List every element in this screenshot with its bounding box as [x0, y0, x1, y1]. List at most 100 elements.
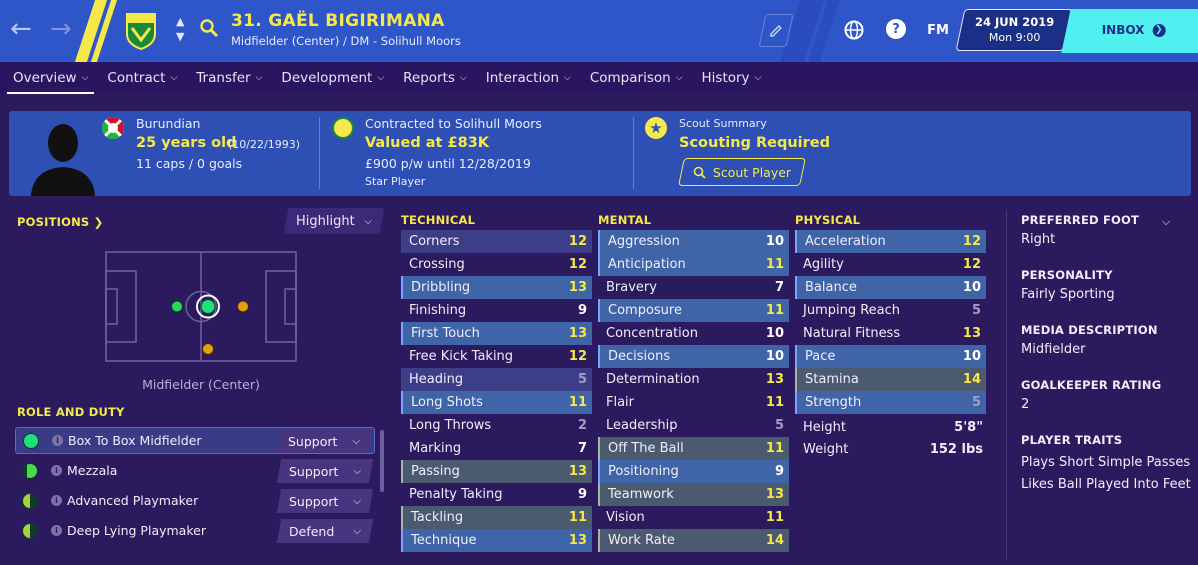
- attribute-row[interactable]: Acceleration 12: [795, 230, 986, 253]
- attribute-row[interactable]: Heading 5: [401, 368, 592, 391]
- attribute-row[interactable]: First Touch 13: [401, 322, 592, 345]
- technical-attributes: Corners 12 Crossing 12 Dribbling 13 Finishing 9…: [401, 230, 592, 552]
- tab-development[interactable]: Development ⌵: [275, 62, 390, 94]
- attribute-row[interactable]: Finishing 9: [401, 299, 592, 322]
- attribute-row[interactable]: Agility 12: [795, 253, 986, 276]
- attribute-name: Off The Ball: [608, 441, 684, 456]
- attribute-name: Long Shots: [411, 395, 483, 410]
- forward-arrow-icon[interactable]: →: [50, 14, 72, 44]
- chevron-down-icon: ⌵: [255, 73, 263, 83]
- player-silhouette: [31, 124, 95, 196]
- back-arrow-icon[interactable]: ←: [10, 14, 32, 44]
- attribute-name: Pace: [805, 349, 836, 364]
- attribute-row[interactable]: Work Rate 14: [598, 529, 789, 552]
- attribute-row[interactable]: Marking 7: [401, 437, 592, 460]
- player-summary-card: Burundian 25 years old (10/22/1993) 11 c…: [9, 111, 1191, 196]
- player-trait: Likes Ball Played Into Feet: [1021, 477, 1191, 492]
- attribute-row[interactable]: Off The Ball 11: [598, 437, 789, 460]
- duty-dropdown[interactable]: Support ⌵: [276, 488, 374, 513]
- pitch-diagram: [105, 251, 297, 362]
- duty-dropdown[interactable]: Support ⌵: [275, 428, 373, 453]
- info-icon[interactable]: i: [51, 495, 62, 506]
- attribute-value: 7: [577, 441, 587, 456]
- age: 25 years old: [136, 135, 237, 151]
- attribute-row[interactable]: Vision 11: [598, 506, 789, 529]
- tab-interaction[interactable]: Interaction ⌵: [480, 62, 577, 94]
- highlight-dropdown[interactable]: Highlight ⌵: [283, 208, 385, 234]
- attribute-row[interactable]: Composure 11: [598, 299, 789, 322]
- role-row[interactable]: i Deep Lying Playmaker Defend ⌵: [15, 517, 375, 544]
- attribute-row[interactable]: Corners 12: [401, 230, 592, 253]
- nationality: Burundian: [136, 116, 201, 131]
- positions-title[interactable]: POSITIONS ❯: [17, 215, 103, 229]
- role-suitability-icon: [22, 492, 38, 509]
- info-icon[interactable]: i: [52, 435, 63, 446]
- role-row[interactable]: i Advanced Playmaker Support ⌵: [15, 487, 375, 514]
- attribute-row[interactable]: Balance 10: [795, 276, 986, 299]
- scout-player-button[interactable]: Scout Player: [678, 158, 806, 186]
- height-row: Height 5'8": [803, 420, 983, 435]
- inbox-button[interactable]: INBOX ❯: [1061, 9, 1198, 53]
- attribute-row[interactable]: Bravery 7: [598, 276, 789, 299]
- attribute-name: Passing: [411, 464, 460, 479]
- tab-comparison[interactable]: Comparison ⌵: [584, 62, 689, 94]
- star-icon: ★: [645, 117, 667, 139]
- attribute-row[interactable]: Technique 13: [401, 529, 592, 552]
- role-row[interactable]: i Box To Box Midfielder Support ⌵: [15, 427, 375, 454]
- fm-button[interactable]: FM: [922, 14, 954, 47]
- attribute-row[interactable]: Decisions 10: [598, 345, 789, 368]
- search-icon[interactable]: [199, 18, 219, 38]
- roles-scrollbar[interactable]: [380, 430, 384, 492]
- chevron-down-icon[interactable]: ⌵: [1162, 215, 1170, 229]
- attribute-row[interactable]: Stamina 14: [795, 368, 986, 391]
- duty-dropdown[interactable]: Defend ⌵: [276, 518, 374, 543]
- info-icon[interactable]: i: [51, 525, 62, 536]
- tab-label: Overview: [13, 70, 77, 86]
- attribute-value: 10: [765, 349, 784, 364]
- attribute-row[interactable]: Passing 13: [401, 460, 592, 483]
- attribute-row[interactable]: Dribbling 13: [401, 276, 592, 299]
- attribute-row[interactable]: Jumping Reach 5: [795, 299, 986, 322]
- attribute-name: Natural Fitness: [803, 326, 901, 341]
- attribute-row[interactable]: Anticipation 11: [598, 253, 789, 276]
- tab-history[interactable]: History ⌵: [696, 62, 768, 94]
- attribute-row[interactable]: Natural Fitness 13: [795, 322, 986, 345]
- help-icon[interactable]: ?: [886, 19, 906, 39]
- attribute-value: 5: [971, 395, 981, 410]
- attribute-value: 10: [765, 326, 784, 341]
- attribute-row[interactable]: Long Throws 2: [401, 414, 592, 437]
- attribute-row[interactable]: Determination 13: [598, 368, 789, 391]
- attribute-row[interactable]: Long Shots 11: [401, 391, 592, 414]
- tab-reports[interactable]: Reports ⌵: [397, 62, 473, 94]
- attribute-name: Finishing: [409, 303, 467, 318]
- tab-transfer[interactable]: Transfer ⌵: [190, 62, 268, 94]
- duty-label: Support: [289, 463, 339, 478]
- info-icon[interactable]: i: [51, 465, 62, 476]
- attribute-name: Balance: [805, 280, 857, 295]
- globe-icon[interactable]: [843, 19, 865, 41]
- tab-contract[interactable]: Contract ⌵: [101, 62, 183, 94]
- chevron-down-icon: ⌵: [564, 73, 571, 83]
- attribute-row[interactable]: Flair 11: [598, 391, 789, 414]
- date-display[interactable]: 24 JUN 2019 Mon 9:00: [955, 9, 1073, 51]
- attribute-row[interactable]: Free Kick Taking 12: [401, 345, 592, 368]
- attribute-row[interactable]: Crossing 12: [401, 253, 592, 276]
- duty-dropdown[interactable]: Support ⌵: [276, 458, 374, 483]
- attribute-row[interactable]: Pace 10: [795, 345, 986, 368]
- attribute-row[interactable]: Concentration 10: [598, 322, 789, 345]
- role-suitability-icon: [22, 462, 38, 479]
- attribute-row[interactable]: Tackling 11: [401, 506, 592, 529]
- attribute-row[interactable]: Leadership 5: [598, 414, 789, 437]
- attribute-row[interactable]: Strength 5: [795, 391, 986, 414]
- attribute-row[interactable]: Positioning 9: [598, 460, 789, 483]
- attribute-name: Decisions: [608, 349, 671, 364]
- divider: [319, 117, 320, 189]
- up-down-icon[interactable]: ▲ ▼: [176, 14, 184, 44]
- tab-overview[interactable]: Overview ⌵: [7, 62, 95, 94]
- attribute-row[interactable]: Aggression 10: [598, 230, 789, 253]
- role-row[interactable]: i Mezzala Support ⌵: [15, 457, 375, 484]
- attribute-row[interactable]: Penalty Taking 9: [401, 483, 592, 506]
- attribute-value: 5: [577, 372, 587, 387]
- chevron-down-icon: ⌵: [353, 495, 361, 506]
- attribute-row[interactable]: Teamwork 13: [598, 483, 789, 506]
